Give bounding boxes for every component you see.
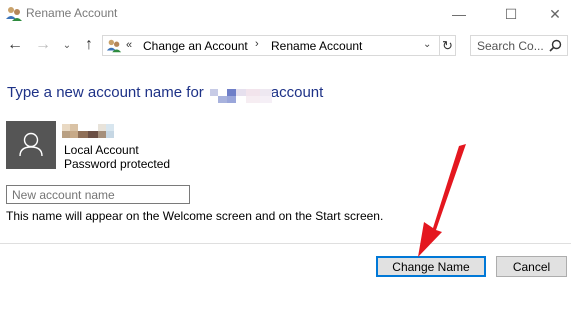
page-heading: Type a new account name for account xyxy=(7,84,323,101)
navigation-bar: ← → ⌄ ↑ « Change an Account › Rename Acc… xyxy=(0,32,571,58)
account-status: Password protected xyxy=(64,157,171,171)
new-account-name-field[interactable] xyxy=(6,185,190,204)
search-placeholder: Search Co... xyxy=(477,39,544,53)
breadcrumb-separator[interactable]: › xyxy=(255,38,259,50)
redacted-username xyxy=(62,124,118,138)
search-icon[interactable] xyxy=(549,39,562,52)
avatar xyxy=(6,121,56,169)
up-arrow-icon[interactable]: ↑ xyxy=(80,32,98,58)
search-input[interactable]: Search Co... xyxy=(470,35,568,56)
heading-prefix: Type a new account name for xyxy=(7,84,204,101)
heading-suffix: account xyxy=(270,84,324,101)
divider xyxy=(0,243,571,244)
window-title: Rename Account xyxy=(26,6,118,20)
chevron-down-icon[interactable]: ⌄ xyxy=(60,32,74,58)
users-icon xyxy=(5,5,23,23)
refresh-icon[interactable]: ↻ xyxy=(440,35,456,56)
forward-arrow-icon[interactable]: → xyxy=(34,32,52,58)
back-arrow-icon[interactable]: ← xyxy=(6,32,24,58)
address-bar[interactable]: « Change an Account › Rename Account ⌄ xyxy=(102,35,440,56)
breadcrumb-overflow[interactable]: « xyxy=(126,39,132,51)
title-bar: Rename Account — ☐ ✕ xyxy=(0,0,571,28)
minimize-button[interactable]: — xyxy=(436,0,482,28)
maximize-button[interactable]: ☐ xyxy=(488,0,534,28)
cancel-button[interactable]: Cancel xyxy=(496,256,567,277)
breadcrumb-rename-account[interactable]: Rename Account xyxy=(271,39,362,53)
hint-text: This name will appear on the Welcome scr… xyxy=(6,209,384,223)
breadcrumb-change-account[interactable]: Change an Account xyxy=(143,39,248,53)
close-button[interactable]: ✕ xyxy=(532,0,571,28)
users-icon xyxy=(106,38,122,54)
user-silhouette-icon xyxy=(19,132,43,157)
change-name-button[interactable]: Change Name xyxy=(376,256,486,277)
account-type: Local Account xyxy=(64,143,139,157)
chevron-down-icon[interactable]: ⌄ xyxy=(423,39,431,50)
